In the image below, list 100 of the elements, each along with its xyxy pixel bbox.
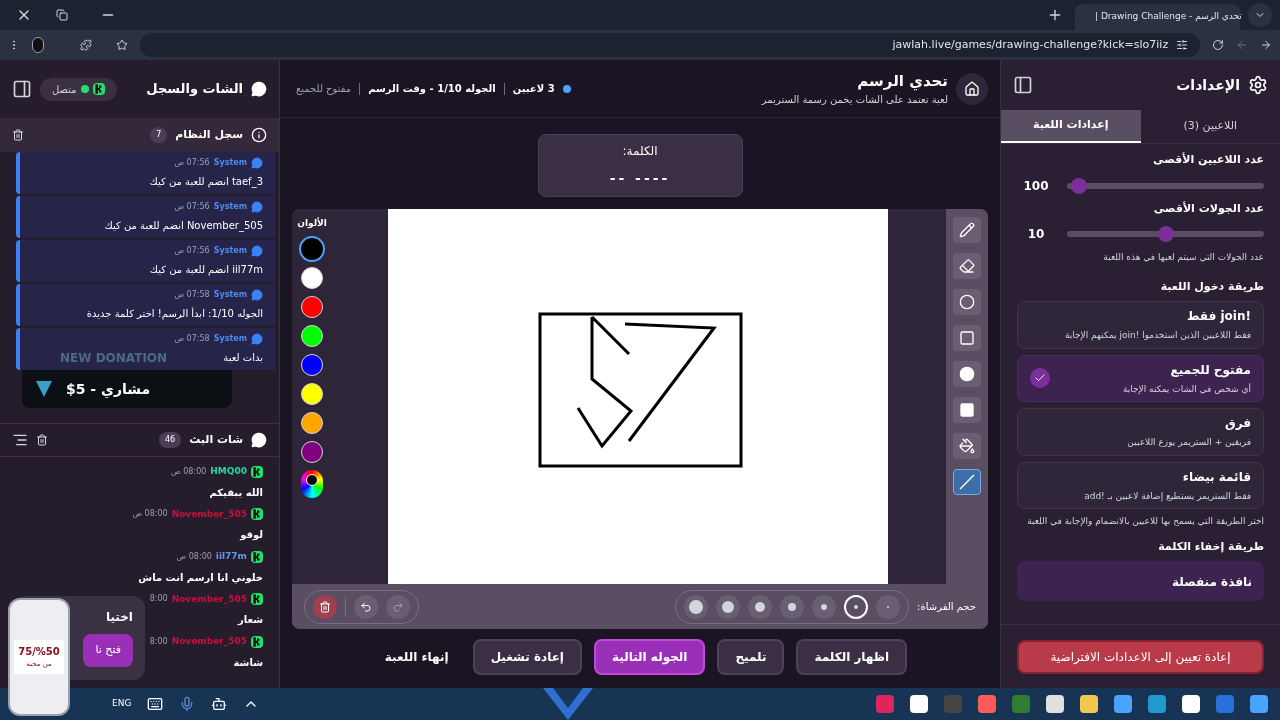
- reset-button[interactable]: إعادة تعيين إلى الاعدادات الافتراضية: [1017, 639, 1264, 674]
- puzzle-icon[interactable]: [80, 37, 93, 53]
- color-swatch[interactable]: [301, 440, 323, 463]
- site-settings-icon[interactable]: [1176, 39, 1189, 51]
- donation-text: مشاري - 5$: [66, 379, 151, 400]
- option-card[interactable]: مفتوح للجميع أي شخص في الشات يمكنه الإجابة: [1017, 354, 1264, 402]
- slider-thumb[interactable]: [1157, 226, 1174, 242]
- restore-icon[interactable]: [56, 9, 68, 21]
- username: November_505: [171, 635, 247, 648]
- collapse-panel-icon[interactable]: [1013, 75, 1033, 95]
- action-button[interactable]: اظهار الكلمة: [796, 639, 908, 675]
- clear-button[interactable]: [313, 594, 337, 619]
- section-title: طريقة دخول اللعبة: [1159, 278, 1264, 295]
- message-text: شاشة: [233, 655, 263, 670]
- color-swatch[interactable]: [301, 295, 323, 318]
- brush-size-button[interactable]: [716, 594, 741, 619]
- option-description: فقط الستريمر يستطيع إضافة لاعبين بـ !add: [1083, 489, 1251, 503]
- settings-tab[interactable]: إعدادات اللعبة: [1001, 110, 1141, 143]
- chat-icon: [251, 245, 263, 257]
- username: iil77m: [215, 550, 247, 563]
- color-swatch[interactable]: [301, 266, 323, 289]
- keyboard-icon[interactable]: [147, 696, 164, 712]
- option-card[interactable]: فرق فريقين + الستريمر يوزع اللاعبين: [1017, 408, 1264, 456]
- new-tab-icon[interactable]: [1047, 7, 1063, 23]
- tool-button[interactable]: [953, 361, 981, 387]
- section-title: طريقة إخفاء الكلمة: [1157, 538, 1264, 555]
- chat-icon: [251, 333, 263, 345]
- action-button[interactable]: إعادة تشغيل: [472, 639, 582, 675]
- tab-menu-button[interactable]: [1248, 3, 1272, 27]
- settings-tab[interactable]: اللاعبين (3): [1140, 110, 1280, 143]
- tray-app-icon[interactable]: [211, 696, 228, 712]
- tool-button[interactable]: [953, 253, 981, 279]
- taskbar-app-icon[interactable]: [1080, 695, 1098, 713]
- brush-size-button[interactable]: [684, 594, 709, 619]
- slider-label: عدد اللاعبين الأقصى: [1152, 152, 1264, 168]
- slider-track[interactable]: [1067, 177, 1264, 194]
- color-swatch[interactable]: [301, 353, 323, 376]
- taskbar-app-icon[interactable]: [1114, 695, 1132, 713]
- taskbar-app-icon[interactable]: [1182, 695, 1200, 713]
- address-field[interactable]: jawlah.live/games/drawing-challenge?kick=slo7iiz: [140, 33, 1201, 57]
- message-text: taef_3 انضم للعبة من كيك: [149, 175, 263, 189]
- color-swatch[interactable]: [301, 237, 323, 260]
- paint-bucket-icon: [959, 438, 975, 454]
- connection-status: متصل: [52, 82, 77, 97]
- action-button[interactable]: الجوله التالية: [594, 639, 706, 675]
- line-icon: [959, 474, 975, 490]
- color-picker[interactable]: [301, 469, 323, 498]
- tool-button[interactable]: [953, 397, 981, 423]
- eraser-icon: [959, 258, 975, 274]
- slider-track[interactable]: [1067, 226, 1264, 242]
- color-swatch[interactable]: [301, 411, 323, 434]
- tool-button[interactable]: [953, 433, 981, 459]
- option-card[interactable]: قائمة بيضاء فقط الستريمر يستطيع إضافة لاعبين بـ !add: [1017, 461, 1264, 509]
- taskbar-app-icon[interactable]: [1046, 695, 1064, 713]
- tool-button[interactable]: [953, 289, 981, 315]
- option-title: مفتوح للجميع: [1169, 361, 1251, 379]
- message-text: خلوني انا ارسم انت ماش: [138, 570, 263, 585]
- undo-button[interactable]: [354, 594, 378, 619]
- taskbar-app-icon[interactable]: [910, 695, 928, 713]
- message-time: 08:00 ص: [171, 465, 207, 478]
- slider-value: 10: [1026, 226, 1046, 243]
- info-text: 3 لاعبين: [512, 82, 555, 96]
- option-description: أي شخص في الشات يمكنه الإجابة: [1122, 382, 1251, 396]
- align-icon[interactable]: [12, 432, 28, 448]
- option-title: نافذة منفصلة: [1171, 575, 1252, 589]
- option-title: !join فقط: [1185, 308, 1251, 325]
- brush-size-button[interactable]: [844, 594, 869, 619]
- color-swatch[interactable]: [301, 324, 323, 347]
- browser-tab[interactable]: تحدي الرسم - Drawing Challenge |: [1075, 4, 1240, 30]
- action-button[interactable]: تلميح: [717, 639, 785, 675]
- brush-size-button[interactable]: [748, 594, 773, 619]
- message-text: الله يبقيكم: [209, 485, 263, 500]
- brush-size-button[interactable]: [812, 594, 837, 619]
- trash-icon[interactable]: [36, 434, 48, 446]
- taskbar-app-icon[interactable]: [978, 695, 996, 713]
- message-text: لوقو: [240, 528, 263, 542]
- tool-button[interactable]: [953, 217, 981, 243]
- taskbar-app-icon[interactable]: [1148, 695, 1166, 713]
- tool-button[interactable]: [953, 325, 981, 351]
- slider-thumb[interactable]: [1070, 177, 1087, 194]
- option-description: فريقين + الستريمر يوزع اللاعبين: [1126, 436, 1251, 449]
- tool-button[interactable]: [953, 469, 981, 495]
- panel-title: الإعدادات: [1176, 75, 1240, 95]
- action-button[interactable]: إنهاء اللعبة: [372, 639, 461, 675]
- home-button[interactable]: [956, 72, 988, 105]
- taskbar-app-icon[interactable]: [1250, 695, 1268, 713]
- message-text: November_505 انضم للعبة من كيك: [104, 219, 263, 233]
- option-card[interactable]: نافذة منفصلة: [1017, 561, 1264, 601]
- color-swatch[interactable]: [301, 382, 323, 405]
- trash-icon[interactable]: [12, 129, 24, 141]
- collapse-panel-icon[interactable]: [12, 79, 32, 99]
- brush-size-button[interactable]: [780, 594, 805, 619]
- option-card[interactable]: !join فقط فقط اللاعبين الذين استخدموا !join يمكنهم الإجابة: [1017, 301, 1264, 349]
- username: November_505: [171, 592, 247, 606]
- reload-icon[interactable]: [1212, 37, 1225, 53]
- profile-avatar[interactable]: [31, 37, 45, 53]
- bag-percentage: 75/%50: [18, 645, 60, 660]
- popup-button[interactable]: فتح نا: [83, 634, 133, 667]
- bookmark-star-icon[interactable]: [116, 37, 129, 53]
- language-indicator[interactable]: ENG: [112, 697, 132, 711]
